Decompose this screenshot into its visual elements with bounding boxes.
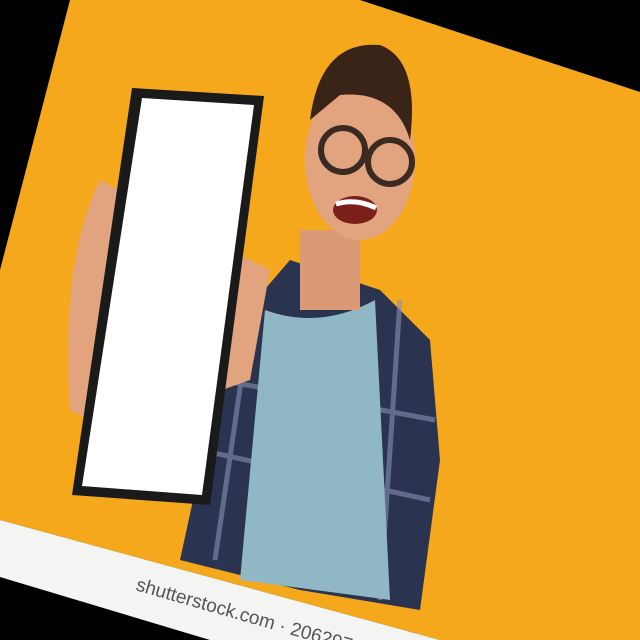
photo-scene: shutterstock.com · 2062971389 bbox=[0, 0, 640, 640]
neck bbox=[300, 230, 360, 310]
t-shirt bbox=[240, 300, 390, 600]
photo: shutterstock.com · 2062971389 bbox=[0, 0, 640, 640]
